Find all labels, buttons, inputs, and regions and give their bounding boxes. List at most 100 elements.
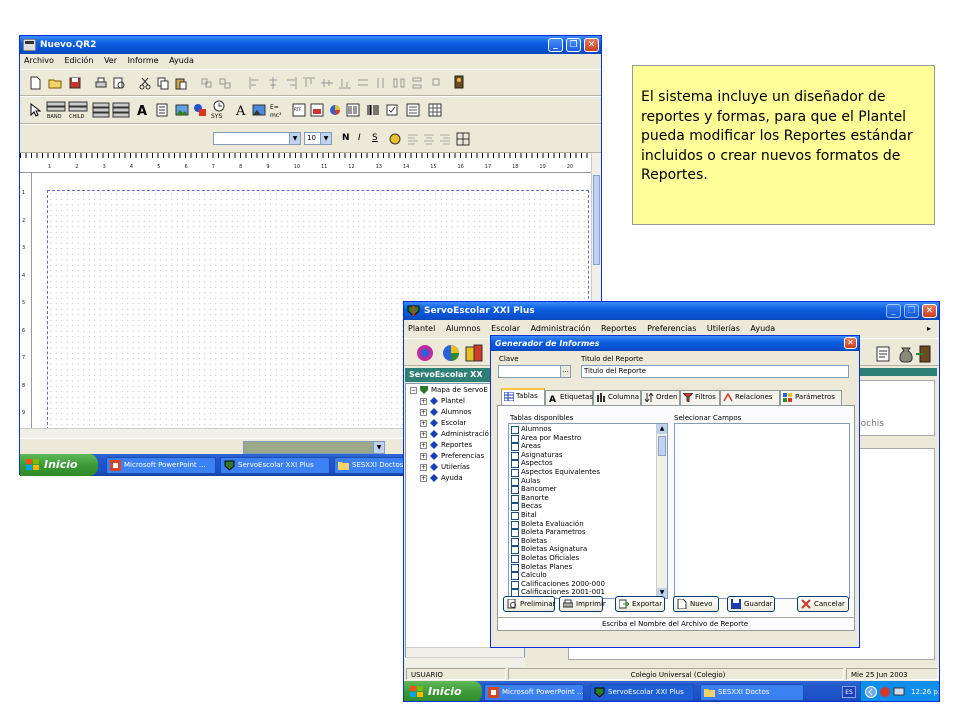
tab-etiquetas[interactable]: A Etiquetas — [545, 390, 593, 405]
scroll-thumb[interactable] — [658, 436, 666, 456]
close-button[interactable]: ✕ — [922, 304, 937, 318]
nuevo-button[interactable]: Nuevo — [673, 596, 719, 612]
collapse-icon[interactable]: − — [410, 386, 417, 394]
subdetail-icon[interactable] — [112, 102, 130, 118]
cut-icon[interactable] — [138, 76, 152, 90]
minimize-button[interactable]: _ — [886, 304, 901, 318]
tray-network-icon[interactable] — [893, 686, 905, 698]
frame-icon[interactable] — [456, 132, 470, 146]
tab-tablas[interactable]: Tablas — [501, 388, 545, 405]
money-bag-icon[interactable] — [896, 344, 916, 364]
chevron-down-icon[interactable]: ▼ — [373, 442, 384, 453]
align-top-icon[interactable] — [302, 76, 316, 90]
same-width-icon[interactable] — [356, 76, 370, 90]
menu-reportes[interactable]: Reportes — [597, 322, 641, 336]
tree-bottom-scrollbar[interactable] — [405, 657, 525, 667]
task-sesxxi[interactable]: SESXXI Doctos — [334, 457, 404, 474]
copy-icon[interactable] — [156, 76, 170, 90]
table-list-item[interactable]: Boletas Planes — [509, 563, 657, 572]
barcode-lines-icon[interactable] — [366, 103, 380, 117]
table-list-item[interactable]: Bancomer — [509, 485, 657, 494]
tab-orden[interactable]: Orden — [641, 390, 680, 405]
tables-scrollbar[interactable]: ▲ ▼ — [656, 424, 667, 598]
expand-icon[interactable]: + — [420, 408, 427, 416]
table-list-item[interactable]: Boleta Evaluación — [509, 520, 657, 529]
same-height-icon[interactable] — [374, 76, 388, 90]
start-button[interactable]: Inicio — [20, 454, 98, 476]
expand-icon[interactable]: + — [420, 441, 427, 449]
menu-ver[interactable]: Ver — [100, 54, 121, 68]
fields-listbox[interactable] — [674, 423, 850, 599]
dialog-close-button[interactable]: ✕ — [844, 337, 857, 349]
align-text-right-icon[interactable] — [438, 132, 452, 146]
tree-item-escolar[interactable]: + Escolar — [420, 418, 466, 428]
task-servoescolar[interactable]: ServoEscolar XXI Plus — [590, 684, 694, 701]
tree-item-ayuda[interactable]: + Ayuda — [420, 473, 463, 483]
table-list-item[interactable]: Asignaturas — [509, 451, 657, 460]
table-list-item[interactable]: Becas — [509, 502, 657, 511]
tree-horizontal-scrollbar[interactable] — [406, 647, 524, 657]
maximize-button[interactable]: ❐ — [904, 304, 919, 318]
expression-tool-icon[interactable]: E=mc² — [270, 102, 286, 118]
table-list-item[interactable]: Aspectos Equivalentes — [509, 468, 657, 477]
browse-button[interactable]: ... — [560, 365, 571, 378]
expand-icon[interactable]: + — [420, 474, 427, 482]
menu-escolar[interactable]: Escolar — [487, 322, 524, 336]
memo-tool-icon[interactable] — [155, 103, 169, 117]
menu-archivo[interactable]: Archivo — [20, 54, 58, 68]
expand-icon[interactable]: + — [420, 463, 427, 471]
table-list-item[interactable]: Boleta Parametros — [509, 528, 657, 537]
table-list-item[interactable]: Boletas — [509, 537, 657, 546]
maximize-button[interactable]: ❐ — [566, 38, 581, 52]
align-center-icon[interactable] — [266, 76, 280, 90]
expand-icon[interactable]: + — [420, 397, 427, 405]
font-size-combo[interactable]: 10 ▼ — [304, 132, 332, 145]
bring-front-icon[interactable] — [430, 76, 444, 90]
color-icon[interactable] — [388, 132, 402, 146]
menu-preferencias[interactable]: Preferencias — [643, 322, 700, 336]
underline-button[interactable]: S — [372, 133, 378, 143]
reports-toolbar-icon[interactable] — [874, 345, 894, 363]
menu-utilerias[interactable]: Utilerías — [703, 322, 744, 336]
paste-icon[interactable] — [174, 76, 188, 90]
save-icon[interactable] — [68, 76, 82, 90]
table-list-item[interactable]: Alumnos — [509, 425, 657, 434]
menu-administracion[interactable]: Administración — [527, 322, 595, 336]
label-tool-icon[interactable]: A — [135, 103, 149, 117]
image-tool-icon[interactable] — [175, 103, 189, 117]
menu-ayuda[interactable]: Ayuda — [165, 54, 198, 68]
richtext-tool-icon[interactable]: RTF — [292, 103, 306, 117]
alumnos-toolbar-icon[interactable] — [440, 343, 462, 363]
expand-icon[interactable]: + — [420, 430, 427, 438]
clave-input[interactable] — [498, 365, 564, 378]
task-powerpoint[interactable]: Microsoft PowerPoint ... — [106, 457, 216, 474]
scroll-up-icon[interactable]: ▲ — [657, 424, 667, 434]
zoom-combo[interactable]: ▼ — [243, 441, 385, 454]
open-folder-icon[interactable] — [48, 76, 62, 90]
tray-chevron-icon[interactable] — [865, 686, 877, 698]
table-list-item[interactable]: Banorte — [509, 494, 657, 503]
grid-tool-icon[interactable] — [428, 103, 442, 117]
cancelar-button[interactable]: Cancelar — [797, 596, 849, 612]
tables-listbox[interactable]: Alumnos Area por Maestro Areas Asignaturas A… — [508, 423, 668, 599]
barcode-tool-icon[interactable] — [346, 103, 360, 117]
table-list-item[interactable]: Aspectos — [509, 459, 657, 468]
servo-title-bar[interactable]: ServoEscolar XXI Plus _ ❐ ✕ — [404, 302, 939, 320]
space-horizontal-icon[interactable] — [392, 76, 406, 90]
tree-item-utilerias[interactable]: + Utilerías — [420, 462, 470, 472]
table-list-item[interactable]: Area por Maestro — [509, 434, 657, 443]
tray-app-icon[interactable] — [879, 686, 891, 698]
menu-alumnos[interactable]: Alumnos — [442, 322, 485, 336]
ungroup-icon[interactable] — [218, 76, 232, 90]
chevron-down-icon[interactable]: ▼ — [320, 133, 331, 144]
task-servoescolar[interactable]: ServoEscolar XXI Plus — [220, 457, 330, 474]
align-middle-icon[interactable] — [320, 76, 334, 90]
scroll-thumb[interactable] — [593, 175, 600, 265]
close-button[interactable]: ✕ — [584, 38, 599, 52]
tree-item-alumnos[interactable]: + Alumnos — [420, 407, 471, 417]
pointer-icon[interactable] — [28, 103, 42, 117]
task-powerpoint[interactable]: Microsoft PowerPoint ... — [484, 684, 584, 701]
italic-button[interactable]: I — [358, 133, 361, 143]
align-text-center-icon[interactable] — [422, 132, 436, 146]
menu-ayuda[interactable]: Ayuda — [746, 322, 779, 336]
